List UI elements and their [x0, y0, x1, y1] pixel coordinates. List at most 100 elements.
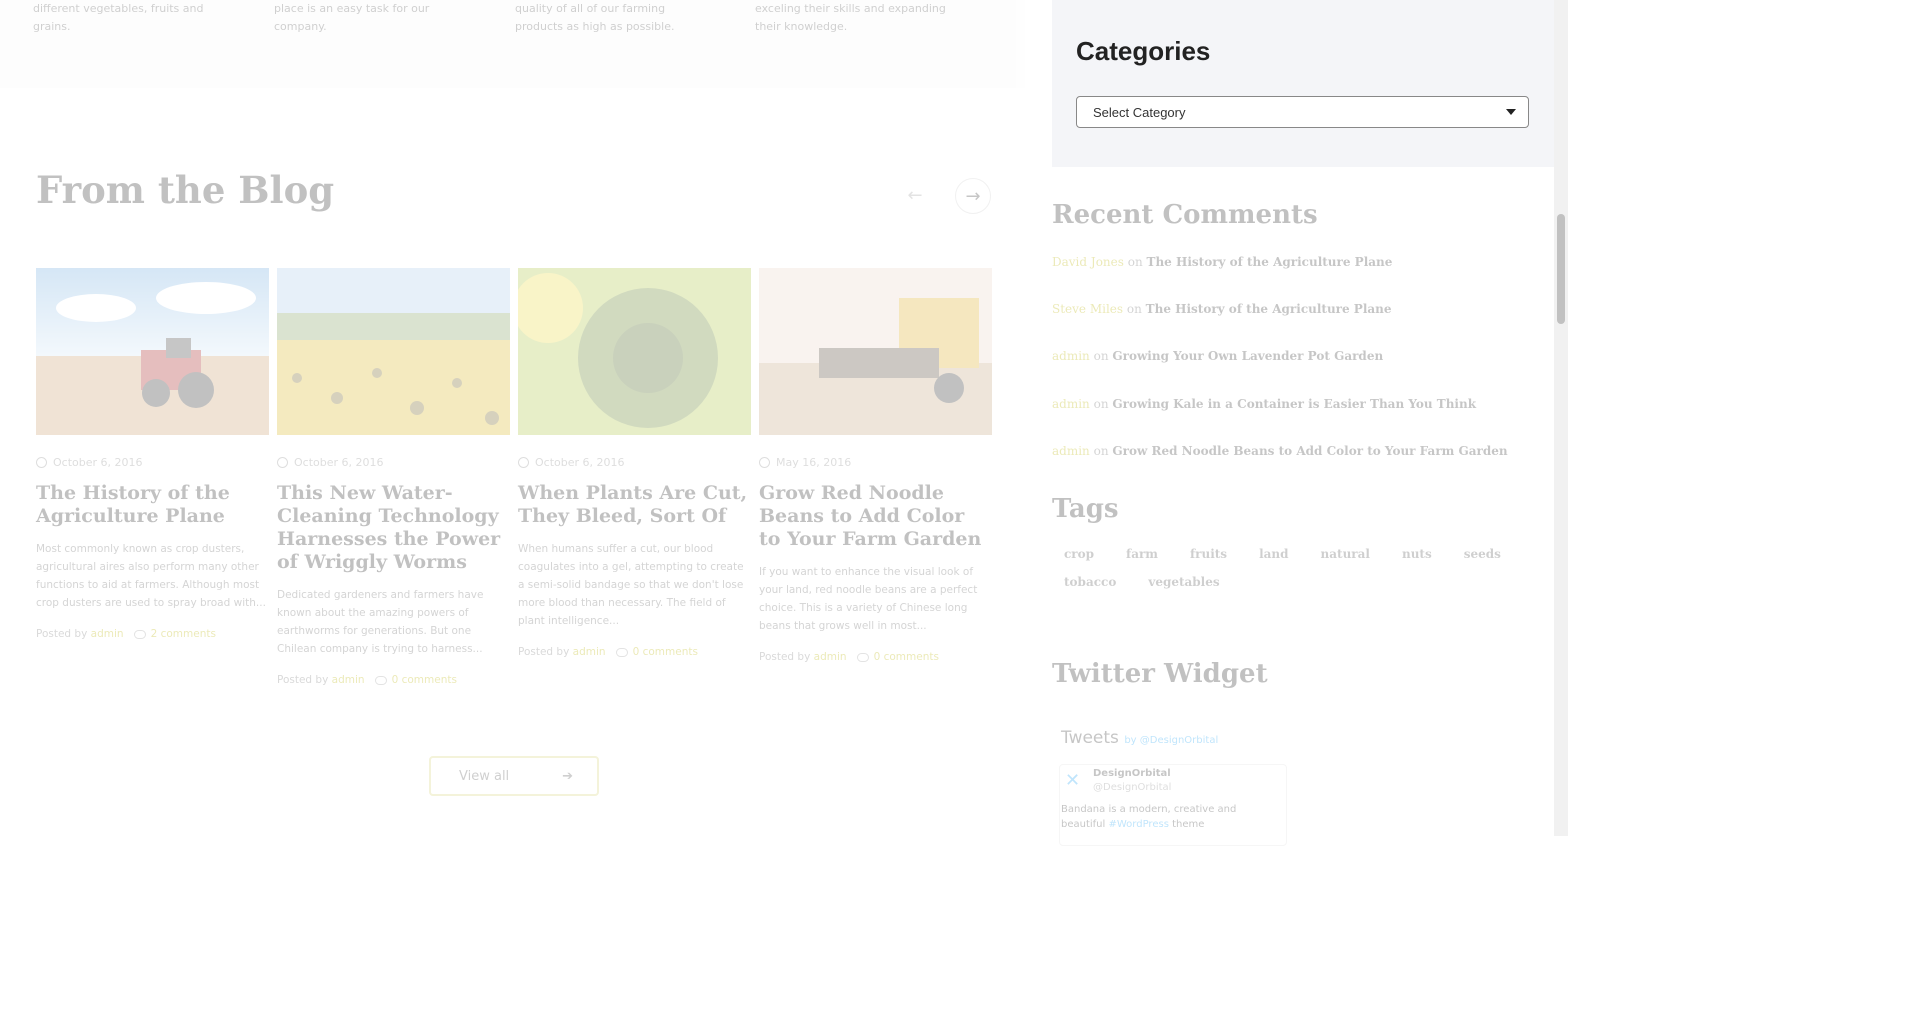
feature-text: exceling their skills and expanding thei… — [755, 2, 946, 33]
post-excerpt: If you want to enhance the visual look o… — [759, 566, 978, 632]
comment-icon — [856, 652, 869, 662]
post-author-link[interactable]: admin — [91, 628, 124, 640]
recent-comment-item: admin on Grow Red Noodle Beans to Add Co… — [1052, 444, 1508, 458]
twitter-widget-title: Twitter Widget — [1052, 659, 1268, 689]
post-title-link[interactable]: Grow Red Noodle Beans to Add Color to Yo… — [759, 482, 992, 551]
posted-by-label: Posted by — [277, 674, 329, 686]
post-author-link[interactable]: admin — [814, 651, 847, 663]
tag-link[interactable]: vegetables — [1148, 575, 1219, 589]
arrow-right-icon: ➔ — [562, 768, 573, 784]
chevron-down-icon — [1506, 109, 1516, 115]
blog-card: May 16, 2016 Grow Red Noodle Beans to Ad… — [759, 268, 992, 663]
feature-text: place is an easy task for our company. — [274, 2, 430, 33]
tweets-heading: Tweets — [1061, 728, 1119, 748]
post-thumbnail-plant[interactable] — [518, 268, 751, 435]
tag-link[interactable]: land — [1259, 547, 1288, 561]
tweet-text: Bandana is a modern, creative and beauti… — [1061, 802, 1281, 832]
comment-author-link[interactable]: admin — [1052, 444, 1090, 458]
post-comments-link[interactable]: 0 comments — [874, 651, 939, 663]
arrow-left-icon: ← — [907, 184, 923, 206]
comment-post-link[interactable]: Growing Kale in a Container is Easier Th… — [1112, 397, 1476, 411]
recent-comment-item: admin on Growing Your Own Lavender Pot G… — [1052, 349, 1383, 363]
clock-icon — [518, 457, 529, 468]
posted-by-label: Posted by — [518, 646, 570, 658]
post-excerpt: When humans suffer a cut, our blood coag… — [518, 543, 744, 627]
view-all-label: View all — [459, 768, 510, 784]
post-date: May 16, 2016 — [776, 456, 852, 469]
tag-link[interactable]: fruits — [1190, 547, 1227, 561]
blog-card: October 6, 2016 This New Water-Cleaning … — [277, 268, 510, 686]
post-title-link[interactable]: When Plants Are Cut, They Bleed, Sort Of — [518, 482, 751, 528]
tweets-by-link[interactable]: by @DesignOrbital — [1124, 735, 1218, 746]
category-select[interactable]: Select Category — [1076, 96, 1529, 128]
tags-title: Tags — [1052, 494, 1119, 524]
recent-comment-item: Steve Miles on The History of the Agricu… — [1052, 302, 1392, 316]
tag-link[interactable]: farm — [1126, 547, 1158, 561]
post-excerpt: Dedicated gardeners and farmers have kno… — [277, 589, 484, 655]
post-author-link[interactable]: admin — [573, 646, 606, 658]
post-thumbnail-tractor[interactable] — [36, 268, 269, 435]
clock-icon — [759, 457, 770, 468]
feature-text: quality of all of our farming products a… — [515, 2, 675, 33]
blog-card: October 6, 2016 When Plants Are Cut, The… — [518, 268, 751, 658]
comment-on-label: on — [1093, 397, 1109, 411]
post-comments-link[interactable]: 2 comments — [151, 628, 216, 640]
tweet-hashtag-link[interactable]: #WordPress — [1109, 819, 1169, 830]
post-date: October 6, 2016 — [535, 456, 625, 469]
post-comments-link[interactable]: 0 comments — [633, 646, 698, 658]
recent-comments-title: Recent Comments — [1052, 200, 1318, 230]
comment-author-link[interactable]: admin — [1052, 397, 1090, 411]
carousel-next-button[interactable]: → — [955, 178, 991, 214]
tweet-author-handle[interactable]: @DesignOrbital — [1093, 782, 1171, 793]
blog-card: October 6, 2016 The History of the Agric… — [36, 268, 269, 640]
feature-text: different vegetables, fruits and grains. — [33, 2, 204, 33]
comment-post-link[interactable]: The History of the Agriculture Plane — [1147, 255, 1393, 269]
recent-comment-item: admin on Growing Kale in a Container is … — [1052, 397, 1476, 411]
post-title-link[interactable]: The History of the Agriculture Plane — [36, 482, 269, 528]
categories-widget: Categories Select Category — [1052, 0, 1554, 167]
comment-post-link[interactable]: Grow Red Noodle Beans to Add Color to Yo… — [1112, 444, 1507, 458]
tag-link[interactable]: natural — [1321, 547, 1370, 561]
comment-post-link[interactable]: Growing Your Own Lavender Pot Garden — [1112, 349, 1383, 363]
post-title-link[interactable]: This New Water-Cleaning Technology Harne… — [277, 482, 510, 574]
post-thumbnail-sunflower-field[interactable] — [277, 268, 510, 435]
recent-comment-item: David Jones on The History of the Agricu… — [1052, 255, 1392, 269]
tag-cloud: crop farm fruits land natural nuts seeds… — [1064, 547, 1534, 589]
comment-on-label: on — [1126, 302, 1142, 316]
post-thumbnail-harvester[interactable] — [759, 268, 992, 435]
categories-title: Categories — [1076, 36, 1211, 66]
comment-post-link[interactable]: The History of the Agriculture Plane — [1146, 302, 1392, 316]
post-date: October 6, 2016 — [294, 456, 384, 469]
blog-section-title: From the Blog — [36, 168, 335, 212]
scrollbar-thumb[interactable] — [1557, 214, 1565, 324]
posted-by-label: Posted by — [36, 628, 88, 640]
twitter-timeline: Tweets by @DesignOrbital ✕ DesignOrbital… — [1053, 718, 1298, 846]
tweet-author-name[interactable]: DesignOrbital — [1093, 768, 1171, 779]
comment-on-label: on — [1127, 255, 1143, 269]
tag-link[interactable]: nuts — [1402, 547, 1432, 561]
comment-author-link[interactable]: admin — [1052, 349, 1090, 363]
clock-icon — [36, 457, 47, 468]
category-select-value: Select Category — [1093, 104, 1186, 120]
clock-icon — [277, 457, 288, 468]
comment-on-label: on — [1093, 349, 1109, 363]
tag-link[interactable]: crop — [1064, 547, 1094, 561]
tweet-body-end: theme — [1172, 819, 1205, 830]
post-author-link[interactable]: admin — [332, 674, 365, 686]
view-all-button[interactable]: View all ➔ — [429, 756, 599, 796]
page-scrollbar[interactable] — [1554, 0, 1568, 836]
posted-by-label: Posted by — [759, 651, 811, 663]
post-excerpt: Most commonly known as crop dusters, agr… — [36, 543, 266, 609]
carousel-prev-button[interactable]: ← — [898, 178, 932, 212]
designorbital-logo-icon: ✕ — [1065, 770, 1081, 791]
comment-author-link[interactable]: Steve Miles — [1052, 302, 1123, 316]
tag-link[interactable]: tobacco — [1064, 575, 1116, 589]
tag-link[interactable]: seeds — [1464, 547, 1501, 561]
comment-icon — [374, 675, 387, 685]
post-date: October 6, 2016 — [53, 456, 143, 469]
features-strip: different vegetables, fruits and grains.… — [0, 0, 1025, 88]
comment-author-link[interactable]: David Jones — [1052, 255, 1124, 269]
comment-icon — [615, 647, 628, 657]
comment-icon — [133, 629, 146, 639]
post-comments-link[interactable]: 0 comments — [392, 674, 457, 686]
